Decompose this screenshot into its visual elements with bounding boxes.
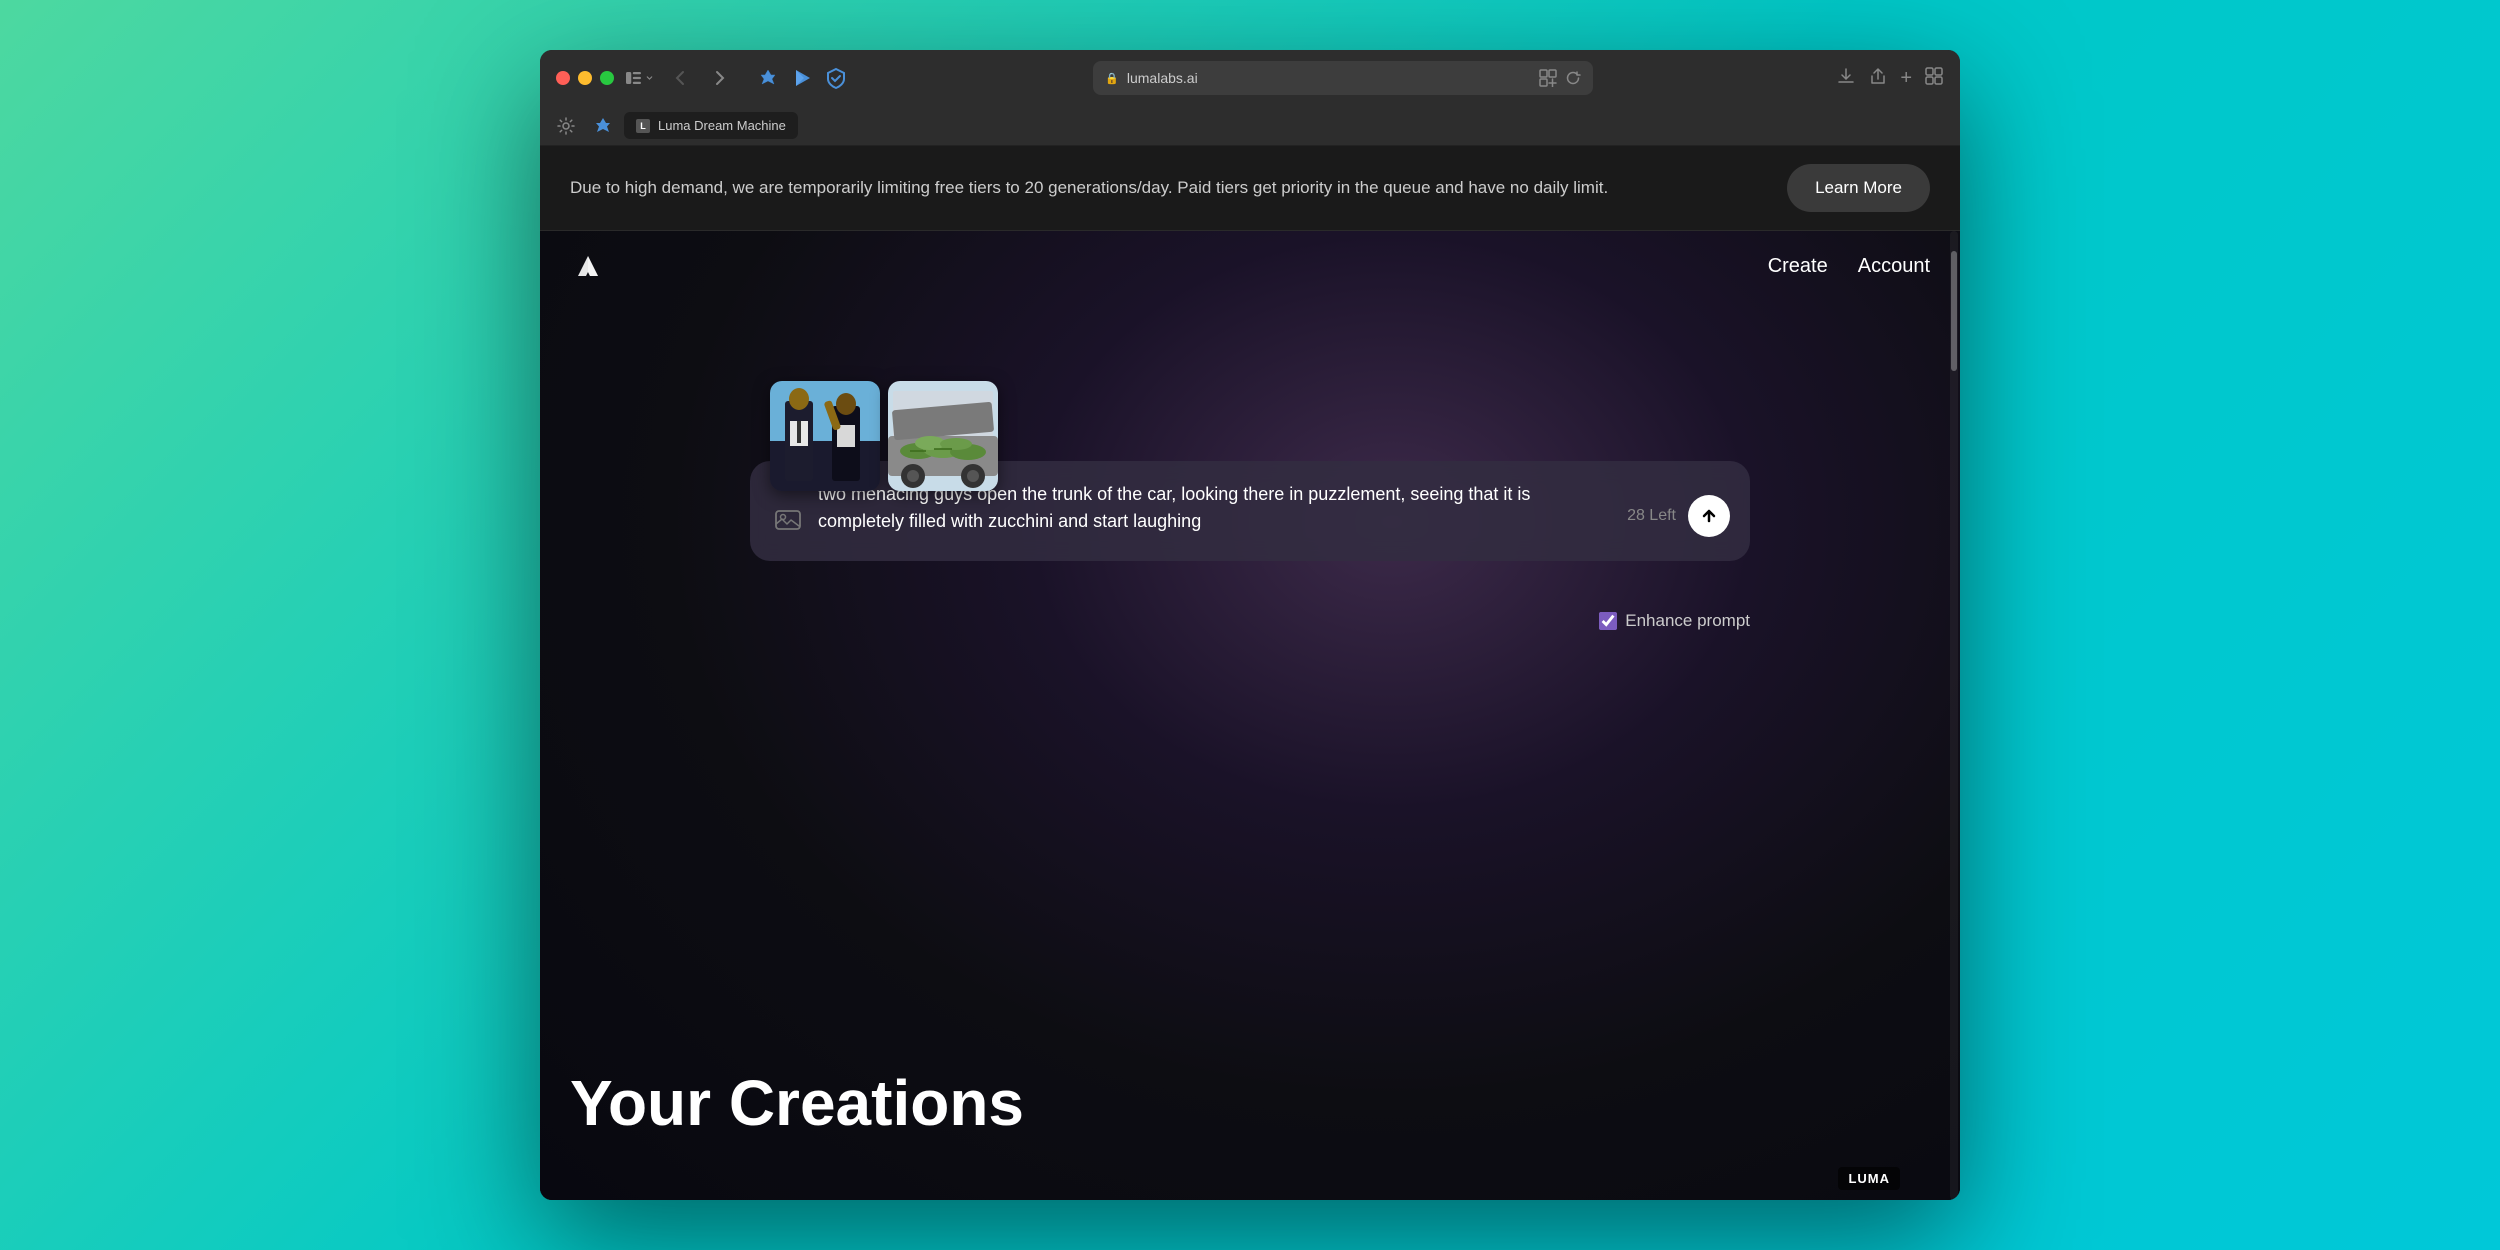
url-text: lumalabs.ai: [1127, 70, 1198, 86]
tab-favicon: L: [636, 119, 650, 133]
extension-icon-2[interactable]: [788, 64, 816, 92]
chars-left: 28 Left: [1627, 507, 1676, 525]
submit-button[interactable]: [1688, 495, 1730, 537]
browser-window: 🔒 lumalabs.ai: [540, 50, 1960, 1200]
thumbnail-1[interactable]: [770, 381, 880, 491]
extension-area: [754, 64, 850, 92]
image-attach-icon[interactable]: [770, 501, 806, 537]
extension-icon-3[interactable]: [822, 64, 850, 92]
notification-banner: Due to high demand, we are temporarily l…: [540, 146, 1960, 231]
new-tab-button[interactable]: +: [1900, 67, 1912, 90]
nav-right: Create Account: [1768, 255, 1930, 278]
browser-right-controls: +: [1836, 66, 1944, 91]
maximize-button[interactable]: [600, 71, 614, 85]
sidebar-toggle-button[interactable]: [626, 64, 654, 92]
close-button[interactable]: [556, 71, 570, 85]
settings-ext-icon[interactable]: [552, 112, 580, 140]
prompt-right: 28 Left: [1627, 495, 1730, 537]
luma-watermark: LUMA: [1838, 1167, 1900, 1190]
input-area: two menacing guys open the trunk of the …: [750, 381, 1750, 561]
minimize-button[interactable]: [578, 71, 592, 85]
account-nav-link[interactable]: Account: [1858, 255, 1930, 278]
creations-title: Your Creations: [570, 1066, 1930, 1140]
image-thumbnails: [770, 381, 1750, 491]
address-bar[interactable]: 🔒 lumalabs.ai: [1093, 61, 1593, 95]
learn-more-button[interactable]: Learn More: [1787, 164, 1930, 212]
thumbnail-1-image: [770, 381, 880, 491]
share-button[interactable]: [1868, 66, 1888, 91]
page-content: Due to high demand, we are temporarily l…: [540, 146, 1960, 1200]
notification-text: Due to high demand, we are temporarily l…: [570, 175, 1608, 201]
translate-icon[interactable]: [1539, 69, 1557, 87]
thumbnail-2[interactable]: [888, 381, 998, 491]
traffic-lights: [556, 71, 614, 85]
create-nav-link[interactable]: Create: [1768, 255, 1828, 278]
enhance-checkbox[interactable]: [1599, 612, 1617, 630]
active-tab[interactable]: L Luma Dream Machine: [624, 112, 798, 139]
nav-bar: Create Account: [540, 231, 1960, 301]
download-button[interactable]: [1836, 66, 1856, 91]
reload-icon[interactable]: [1565, 70, 1581, 86]
luma-logo[interactable]: [570, 248, 606, 284]
thumbnail-2-image: [888, 381, 998, 491]
browser-chrome: 🔒 lumalabs.ai: [540, 50, 1960, 146]
extension-icon-1[interactable]: [754, 64, 782, 92]
forward-button[interactable]: [706, 64, 734, 92]
main-area: Create Account: [540, 231, 1960, 1200]
address-bar-container: 🔒 lumalabs.ai: [862, 61, 1824, 95]
bookmark-ext-icon[interactable]: [588, 112, 616, 140]
browser-titlebar: 🔒 lumalabs.ai: [540, 50, 1960, 106]
creations-section: Your Creations: [570, 1066, 1930, 1160]
scrollbar[interactable]: [1950, 231, 1958, 1200]
back-button[interactable]: [666, 64, 694, 92]
tab-overview-button[interactable]: [1924, 66, 1944, 91]
enhance-row: Enhance prompt: [1599, 611, 1750, 631]
browser-tabbar: L Luma Dream Machine: [540, 106, 1960, 146]
lock-icon: 🔒: [1105, 72, 1119, 85]
enhance-label: Enhance prompt: [1625, 611, 1750, 631]
tab-title: Luma Dream Machine: [658, 118, 786, 133]
